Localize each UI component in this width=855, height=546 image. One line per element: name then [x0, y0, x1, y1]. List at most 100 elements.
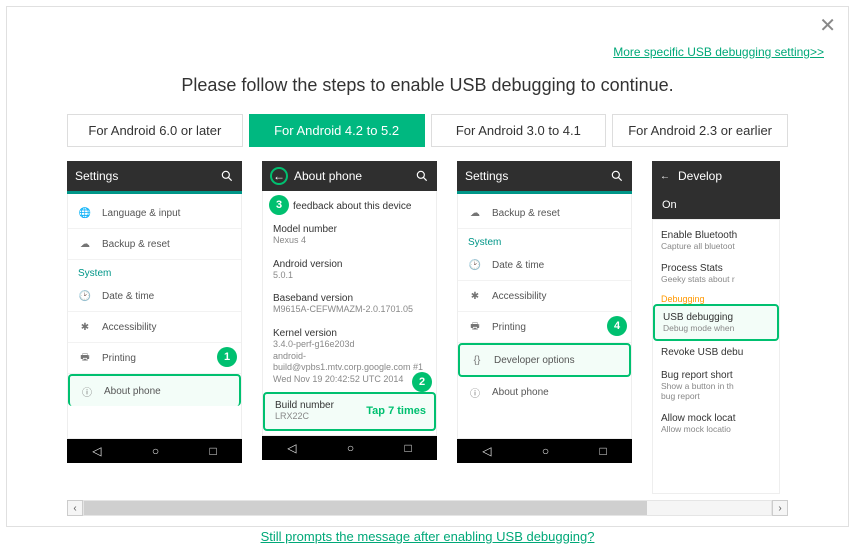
- tab-android-23[interactable]: For Android 2.3 or earlier: [612, 114, 788, 147]
- bottom-help-link-wrap: Still prompts the message after enabling…: [7, 528, 848, 546]
- row-label: About phone: [104, 386, 161, 397]
- cloud-icon: ☁: [468, 206, 482, 220]
- list-item: 🕑 Date & time: [68, 281, 241, 312]
- appbar-title: Settings: [465, 169, 508, 183]
- list-item: 🖶Printing 4: [458, 312, 631, 343]
- row-label: feedback about this device: [293, 201, 411, 212]
- spec-key: Process Stats: [661, 263, 771, 274]
- spec-key: Build number: [275, 400, 334, 411]
- spec-val: M9615A-CEFWMAZM-2.0.1701.05: [273, 304, 426, 316]
- spec-key: Model number: [273, 224, 426, 235]
- still-prompts-link[interactable]: Still prompts the message after enabling…: [261, 529, 595, 544]
- settings-list: ☁ Backup & reset System 🕑 Date & time ✱ Acc…: [457, 194, 632, 439]
- printer-icon: 🖶: [78, 351, 92, 365]
- spec-val: 3.4.0-perf-g16e203d android-build@vpbs1.…: [273, 339, 426, 386]
- info-icon: ⓘ: [468, 385, 482, 399]
- recents-icon: □: [210, 444, 217, 458]
- spec-val: Capture all bluetoot: [661, 241, 771, 251]
- android-navbar: ◁ ○ □: [457, 439, 632, 463]
- spec-val: 5.0.1: [273, 270, 426, 282]
- list-item: ⓘ About phone: [458, 377, 631, 407]
- section-header: System: [458, 229, 631, 250]
- spec-val: LRX22C: [275, 411, 334, 423]
- appbar: Settings: [67, 161, 242, 191]
- scroll-thumb[interactable]: [84, 501, 647, 515]
- usb-debugging-highlight: USB debuggingDebug mode when: [653, 304, 779, 341]
- close-icon[interactable]: ✕: [819, 13, 836, 38]
- spec-val: Allow mock locatio: [661, 424, 771, 434]
- appbar-title: Develop: [678, 169, 722, 183]
- list-item: 🕑 Date & time: [458, 250, 631, 281]
- home-icon: ○: [347, 441, 354, 455]
- accessibility-icon: ✱: [468, 289, 482, 303]
- row-label: About phone: [492, 387, 549, 398]
- spec-key: Bug report short: [661, 370, 771, 381]
- row-label: Date & time: [492, 260, 544, 271]
- about-list: 3 feedback about this device Model numbe…: [262, 191, 437, 436]
- tap-hint: Tap 7 times: [366, 405, 426, 417]
- appbar: Settings: [457, 161, 632, 191]
- tab-android-6[interactable]: For Android 6.0 or later: [67, 114, 243, 147]
- row-label: Language & input: [102, 208, 180, 219]
- screenshots-scroll[interactable]: Settings 🌐Language & input ☁Backup & res…: [67, 161, 788, 494]
- screenshots-gallery: Settings 🌐Language & input ☁Backup & res…: [67, 161, 788, 494]
- more-settings-link[interactable]: More specific USB debugging setting>>: [613, 45, 824, 59]
- build-number-highlight: Build numberLRX22C Tap 7 times: [263, 392, 436, 431]
- tab-android-42[interactable]: For Android 4.2 to 5.2: [249, 114, 425, 147]
- row-label: Date & time: [102, 291, 154, 302]
- appbar: ←Develop: [652, 161, 780, 191]
- spec-val: Debug mode when: [663, 323, 769, 333]
- appbar-title: Settings: [75, 169, 118, 183]
- spec-val: Geeky stats about r: [661, 274, 771, 284]
- step-badge-2: 2: [412, 372, 432, 392]
- spec-val: Nexus 4: [273, 235, 426, 247]
- home-icon: ○: [542, 444, 549, 458]
- screenshot-step-4: ←Develop On Enable BluetoothCapture all …: [652, 161, 780, 494]
- list-item: 🖶 Printing 1: [68, 343, 241, 374]
- accessibility-icon: ✱: [78, 320, 92, 334]
- scroll-left-button[interactable]: ‹: [67, 500, 83, 516]
- back-icon: ◁: [92, 444, 101, 458]
- spec-key: Kernel version: [273, 328, 426, 339]
- back-button-highlight: ←: [270, 167, 288, 185]
- scroll-right-button[interactable]: ›: [772, 500, 788, 516]
- tab-android-3[interactable]: For Android 3.0 to 4.1: [431, 114, 607, 147]
- developer-list: Enable BluetoothCapture all bluetoot Pro…: [652, 219, 780, 494]
- page-title: Please follow the steps to enable USB de…: [7, 75, 848, 96]
- step-badge-4: 4: [607, 316, 627, 336]
- row-label: Accessibility: [492, 291, 546, 302]
- spec-key: Revoke USB debu: [661, 347, 771, 358]
- list-item: 🌐Language & input: [68, 198, 241, 229]
- recents-icon: □: [600, 444, 607, 458]
- search-icon: [610, 169, 624, 183]
- spec-key: Baseband version: [273, 293, 426, 304]
- row-label: Developer options: [494, 355, 575, 366]
- android-navbar: ◁○□: [262, 436, 437, 460]
- horizontal-scrollbar[interactable]: ‹ ›: [67, 500, 788, 516]
- settings-list: 🌐Language & input ☁Backup & reset System…: [67, 194, 242, 439]
- screenshot-step-2: ←About phone 3 feedback about this devic…: [262, 161, 437, 494]
- row-label: Printing: [102, 353, 136, 364]
- spec-key: Android version: [273, 259, 426, 270]
- about-phone-highlight: ⓘAbout phone: [68, 374, 241, 406]
- back-icon: ◁: [482, 444, 491, 458]
- clock-icon: 🕑: [468, 258, 482, 272]
- step-badge-3: 3: [269, 195, 289, 215]
- section-header: System: [68, 260, 241, 281]
- row-label: Backup & reset: [102, 239, 170, 250]
- toggle-on: On: [652, 191, 780, 219]
- scroll-track[interactable]: [83, 500, 772, 516]
- appbar: ←About phone: [262, 161, 437, 191]
- spec-key: Allow mock locat: [661, 413, 771, 424]
- row-label: Backup & reset: [492, 208, 560, 219]
- list-item: ☁ Backup & reset: [458, 198, 631, 229]
- developer-options-highlight: {}Developer options: [458, 343, 631, 377]
- step-badge-1: 1: [217, 347, 237, 367]
- spec-key: USB debugging: [663, 312, 769, 323]
- version-tabs: For Android 6.0 or later For Android 4.2…: [67, 114, 788, 147]
- screenshot-step-1: Settings 🌐Language & input ☁Backup & res…: [67, 161, 242, 494]
- clock-icon: 🕑: [78, 289, 92, 303]
- list-item: ☁Backup & reset: [68, 229, 241, 260]
- screenshot-step-3: Settings ☁ Backup & reset System 🕑 Date & …: [457, 161, 632, 494]
- spec-key: Enable Bluetooth: [661, 230, 771, 241]
